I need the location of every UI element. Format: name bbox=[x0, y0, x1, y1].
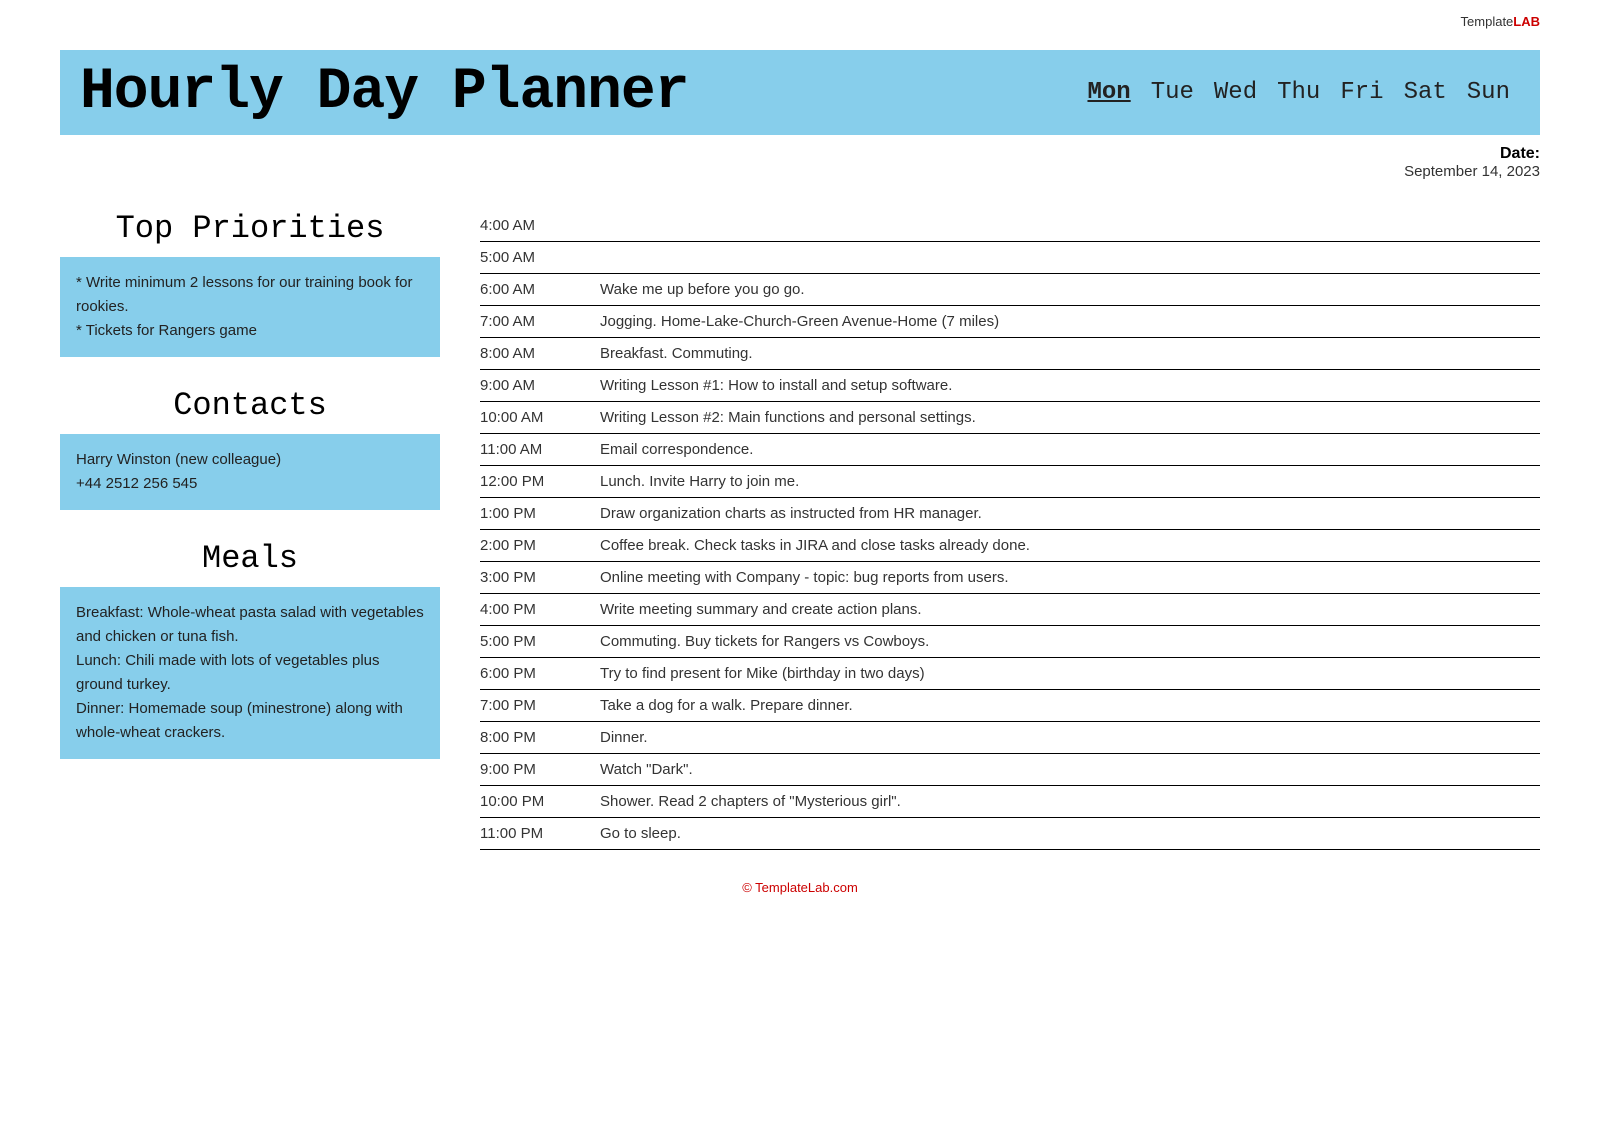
schedule-row: 6:00 PMTry to find present for Mike (bir… bbox=[480, 658, 1540, 690]
schedule-row: 4:00 AM bbox=[480, 210, 1540, 242]
day-sun[interactable]: Sun bbox=[1467, 79, 1510, 106]
schedule-event: Writing Lesson #2: Main functions and pe… bbox=[590, 402, 1540, 434]
schedule-event: Try to find present for Mike (birthday i… bbox=[590, 658, 1540, 690]
schedule-time: 2:00 PM bbox=[480, 530, 590, 562]
schedule-row: 12:00 PMLunch. Invite Harry to join me. bbox=[480, 466, 1540, 498]
schedule-event: Coffee break. Check tasks in JIRA and cl… bbox=[590, 530, 1540, 562]
day-mon[interactable]: Mon bbox=[1087, 79, 1130, 106]
schedule-row: 3:00 PMOnline meeting with Company - top… bbox=[480, 562, 1540, 594]
schedule-row: 2:00 PMCoffee break. Check tasks in JIRA… bbox=[480, 530, 1540, 562]
schedule-row: 5:00 PMCommuting. Buy tickets for Ranger… bbox=[480, 626, 1540, 658]
schedule-time: 6:00 PM bbox=[480, 658, 590, 690]
schedule-row: 6:00 AMWake me up before you go go. bbox=[480, 274, 1540, 306]
date-section: Date: September 14, 2023 bbox=[60, 135, 1540, 200]
schedule-row: 10:00 AMWriting Lesson #2: Main function… bbox=[480, 402, 1540, 434]
header: Hourly Day Planner Mon Tue Wed Thu Fri Sat Sun bbox=[60, 50, 1540, 135]
schedule-event: Dinner. bbox=[590, 722, 1540, 754]
schedule-event bbox=[590, 242, 1540, 274]
schedule-event: Commuting. Buy tickets for Rangers vs Co… bbox=[590, 626, 1540, 658]
page-title: Hourly Day Planner bbox=[80, 60, 689, 125]
schedule-time: 7:00 PM bbox=[480, 690, 590, 722]
logo: TemplateLAB bbox=[1461, 14, 1540, 29]
footer[interactable]: © TemplateLab.com bbox=[60, 880, 1540, 895]
schedule-time: 8:00 PM bbox=[480, 722, 590, 754]
meal-line: Dinner: Homemade soup (minestrone) along… bbox=[76, 697, 424, 745]
schedule-time: 10:00 PM bbox=[480, 786, 590, 818]
schedule-event: Writing Lesson #1: How to install and se… bbox=[590, 370, 1540, 402]
schedule-row: 5:00 AM bbox=[480, 242, 1540, 274]
schedule-row: 8:00 AMBreakfast. Commuting. bbox=[480, 338, 1540, 370]
schedule-event: Go to sleep. bbox=[590, 818, 1540, 850]
meals-box: Breakfast: Whole-wheat pasta salad with … bbox=[60, 587, 440, 759]
schedule-time: 11:00 PM bbox=[480, 818, 590, 850]
schedule-event bbox=[590, 210, 1540, 242]
schedule-row: 8:00 PMDinner. bbox=[480, 722, 1540, 754]
contacts-section: Contacts Harry Winston (new colleague)+4… bbox=[60, 387, 440, 510]
schedule-time: 6:00 AM bbox=[480, 274, 590, 306]
schedule-time: 3:00 PM bbox=[480, 562, 590, 594]
schedule-event: Email correspondence. bbox=[590, 434, 1540, 466]
sidebar: Top Priorities * Write minimum 2 lessons… bbox=[60, 210, 440, 850]
day-wed[interactable]: Wed bbox=[1214, 79, 1257, 106]
schedule-row: 11:00 PMGo to sleep. bbox=[480, 818, 1540, 850]
day-tue[interactable]: Tue bbox=[1151, 79, 1194, 106]
schedule-row: 7:00 AMJogging. Home-Lake-Church-Green A… bbox=[480, 306, 1540, 338]
priority-item: * Tickets for Rangers game bbox=[76, 319, 424, 343]
priority-item: * Write minimum 2 lessons for our traini… bbox=[76, 271, 424, 319]
schedule-row: 11:00 AMEmail correspondence. bbox=[480, 434, 1540, 466]
schedule-time: 4:00 AM bbox=[480, 210, 590, 242]
contact-line: Harry Winston (new colleague) bbox=[76, 448, 424, 472]
schedule-time: 7:00 AM bbox=[480, 306, 590, 338]
meals-title: Meals bbox=[60, 540, 440, 577]
schedule-event: Online meeting with Company - topic: bug… bbox=[590, 562, 1540, 594]
days-navigation: Mon Tue Wed Thu Fri Sat Sun bbox=[1087, 79, 1510, 106]
date-value: September 14, 2023 bbox=[60, 163, 1540, 180]
main-content: Top Priorities * Write minimum 2 lessons… bbox=[60, 210, 1540, 850]
schedule-event: Shower. Read 2 chapters of "Mysterious g… bbox=[590, 786, 1540, 818]
day-thu[interactable]: Thu bbox=[1277, 79, 1320, 106]
priorities-title: Top Priorities bbox=[60, 210, 440, 247]
date-label: Date: bbox=[60, 145, 1540, 163]
priorities-box: * Write minimum 2 lessons for our traini… bbox=[60, 257, 440, 357]
schedule-event: Draw organization charts as instructed f… bbox=[590, 498, 1540, 530]
contacts-box: Harry Winston (new colleague)+44 2512 25… bbox=[60, 434, 440, 510]
schedule-row: 10:00 PMShower. Read 2 chapters of "Myst… bbox=[480, 786, 1540, 818]
priorities-section: Top Priorities * Write minimum 2 lessons… bbox=[60, 210, 440, 357]
schedule-time: 9:00 PM bbox=[480, 754, 590, 786]
schedule-time: 5:00 PM bbox=[480, 626, 590, 658]
footer-link[interactable]: © TemplateLab.com bbox=[742, 880, 858, 895]
schedule-event: Jogging. Home-Lake-Church-Green Avenue-H… bbox=[590, 306, 1540, 338]
schedule-event: Wake me up before you go go. bbox=[590, 274, 1540, 306]
day-sat[interactable]: Sat bbox=[1404, 79, 1447, 106]
contact-line: +44 2512 256 545 bbox=[76, 472, 424, 496]
schedule-time: 5:00 AM bbox=[480, 242, 590, 274]
contacts-title: Contacts bbox=[60, 387, 440, 424]
schedule-row: 7:00 PMTake a dog for a walk. Prepare di… bbox=[480, 690, 1540, 722]
day-fri[interactable]: Fri bbox=[1340, 79, 1383, 106]
schedule-section: 4:00 AM5:00 AM6:00 AMWake me up before y… bbox=[480, 210, 1540, 850]
schedule-time: 11:00 AM bbox=[480, 434, 590, 466]
meal-line: Breakfast: Whole-wheat pasta salad with … bbox=[76, 601, 424, 649]
logo-template: Template bbox=[1461, 14, 1514, 29]
schedule-event: Watch "Dark". bbox=[590, 754, 1540, 786]
schedule-time: 1:00 PM bbox=[480, 498, 590, 530]
meal-line: Lunch: Chili made with lots of vegetable… bbox=[76, 649, 424, 697]
schedule-row: 1:00 PMDraw organization charts as instr… bbox=[480, 498, 1540, 530]
schedule-event: Take a dog for a walk. Prepare dinner. bbox=[590, 690, 1540, 722]
schedule-time: 10:00 AM bbox=[480, 402, 590, 434]
schedule-time: 12:00 PM bbox=[480, 466, 590, 498]
meals-section: Meals Breakfast: Whole-wheat pasta salad… bbox=[60, 540, 440, 759]
schedule-time: 4:00 PM bbox=[480, 594, 590, 626]
logo-lab: LAB bbox=[1513, 14, 1540, 29]
schedule-event: Lunch. Invite Harry to join me. bbox=[590, 466, 1540, 498]
schedule-row: 4:00 PMWrite meeting summary and create … bbox=[480, 594, 1540, 626]
schedule-row: 9:00 AMWriting Lesson #1: How to install… bbox=[480, 370, 1540, 402]
schedule-time: 9:00 AM bbox=[480, 370, 590, 402]
schedule-event: Breakfast. Commuting. bbox=[590, 338, 1540, 370]
schedule-table: 4:00 AM5:00 AM6:00 AMWake me up before y… bbox=[480, 210, 1540, 850]
schedule-event: Write meeting summary and create action … bbox=[590, 594, 1540, 626]
schedule-row: 9:00 PMWatch "Dark". bbox=[480, 754, 1540, 786]
schedule-time: 8:00 AM bbox=[480, 338, 590, 370]
